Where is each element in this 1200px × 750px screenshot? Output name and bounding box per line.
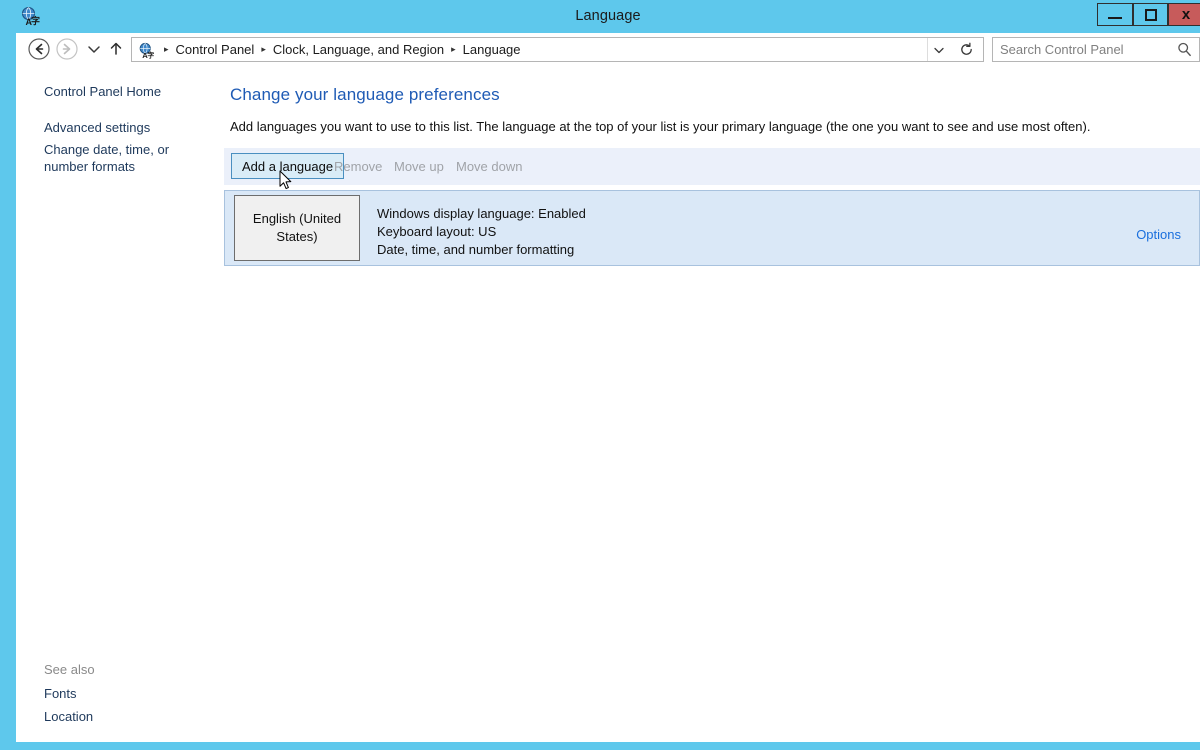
breadcrumb-separator: ▸ (164, 44, 169, 54)
minimize-icon (1108, 16, 1122, 19)
language-list-panel: English (United States) Windows display … (224, 190, 1200, 266)
language-toolbar: Add a language Remove Move up Move down (224, 148, 1200, 185)
close-button[interactable]: x (1168, 3, 1200, 26)
breadcrumb-separator: ▸ (451, 44, 456, 54)
sidebar-item-advanced-settings[interactable]: Advanced settings (44, 119, 214, 136)
page-description: Add languages you want to use to this li… (230, 119, 1091, 134)
formatting-status: Date, time, and number formatting (377, 242, 575, 257)
keyboard-layout-status: Keyboard layout: US (377, 224, 497, 239)
address-chevron-down-icon[interactable] (927, 38, 950, 61)
breadcrumb: ▸ Control Panel ▸ Clock, Language, and R… (159, 38, 523, 61)
page-title: Change your language preferences (230, 85, 500, 104)
close-icon: x (1181, 6, 1191, 23)
window-title: Language (575, 8, 641, 24)
language-details: Windows display language: Enabled Keyboa… (377, 205, 586, 259)
address-bar[interactable]: A 字 ▸ Control Panel ▸ Clock, Language, a… (131, 37, 984, 62)
maximize-button[interactable] (1133, 3, 1168, 26)
search-icon[interactable] (1176, 41, 1193, 58)
language-globe-icon: A 字 (138, 42, 155, 60)
language-name-tile[interactable]: English (United States) (234, 195, 360, 261)
sidebar-item-change-date-time-number-formats[interactable]: Change date, time, or number formats (44, 141, 214, 175)
breadcrumb-item-clock-language-region[interactable]: Clock, Language, and Region (271, 42, 446, 57)
add-a-language-button[interactable]: Add a language (231, 153, 345, 179)
maximize-icon (1144, 8, 1157, 21)
back-button[interactable] (26, 36, 52, 62)
search-box[interactable] (992, 37, 1200, 62)
options-link[interactable]: Options (1136, 227, 1181, 242)
content-area: Control Panel Home Advanced settings Cha… (16, 66, 1200, 742)
display-language-status: Windows display language: Enabled (377, 206, 586, 221)
search-input[interactable] (1000, 38, 1165, 61)
move-down-button: Move down (456, 158, 523, 174)
sidebar-item-fonts[interactable]: Fonts (44, 685, 214, 702)
language-list-item[interactable]: English (United States) Windows display … (225, 191, 1199, 265)
title-bar: A 字 Language x (8, 0, 1200, 33)
sidebar-item-control-panel-home[interactable]: Control Panel Home (44, 83, 214, 100)
sidebar: Control Panel Home Advanced settings Cha… (16, 66, 221, 742)
move-up-button: Move up (394, 158, 444, 174)
remove-button: Remove (334, 158, 383, 174)
refresh-icon[interactable] (953, 38, 979, 61)
up-one-level-icon[interactable] (105, 36, 127, 62)
svg-text:字: 字 (147, 50, 154, 59)
breadcrumb-item-control-panel[interactable]: Control Panel (174, 42, 257, 57)
navigation-bar: A 字 ▸ Control Panel ▸ Clock, Language, a… (16, 33, 1200, 66)
breadcrumb-separator: ▸ (261, 44, 266, 54)
language-control-panel-window: A 字 Language x A 字 ▸ Control Panel ▸ Clo… (0, 0, 1200, 750)
see-also-label: See also (44, 662, 95, 677)
recent-pages-chevron-down-icon[interactable] (84, 36, 104, 62)
sidebar-item-location[interactable]: Location (44, 708, 214, 725)
minimize-button[interactable] (1097, 3, 1133, 26)
main-panel: Change your language preferences Add lan… (221, 66, 1200, 742)
forward-button (54, 36, 80, 62)
breadcrumb-item-language[interactable]: Language (461, 42, 523, 57)
